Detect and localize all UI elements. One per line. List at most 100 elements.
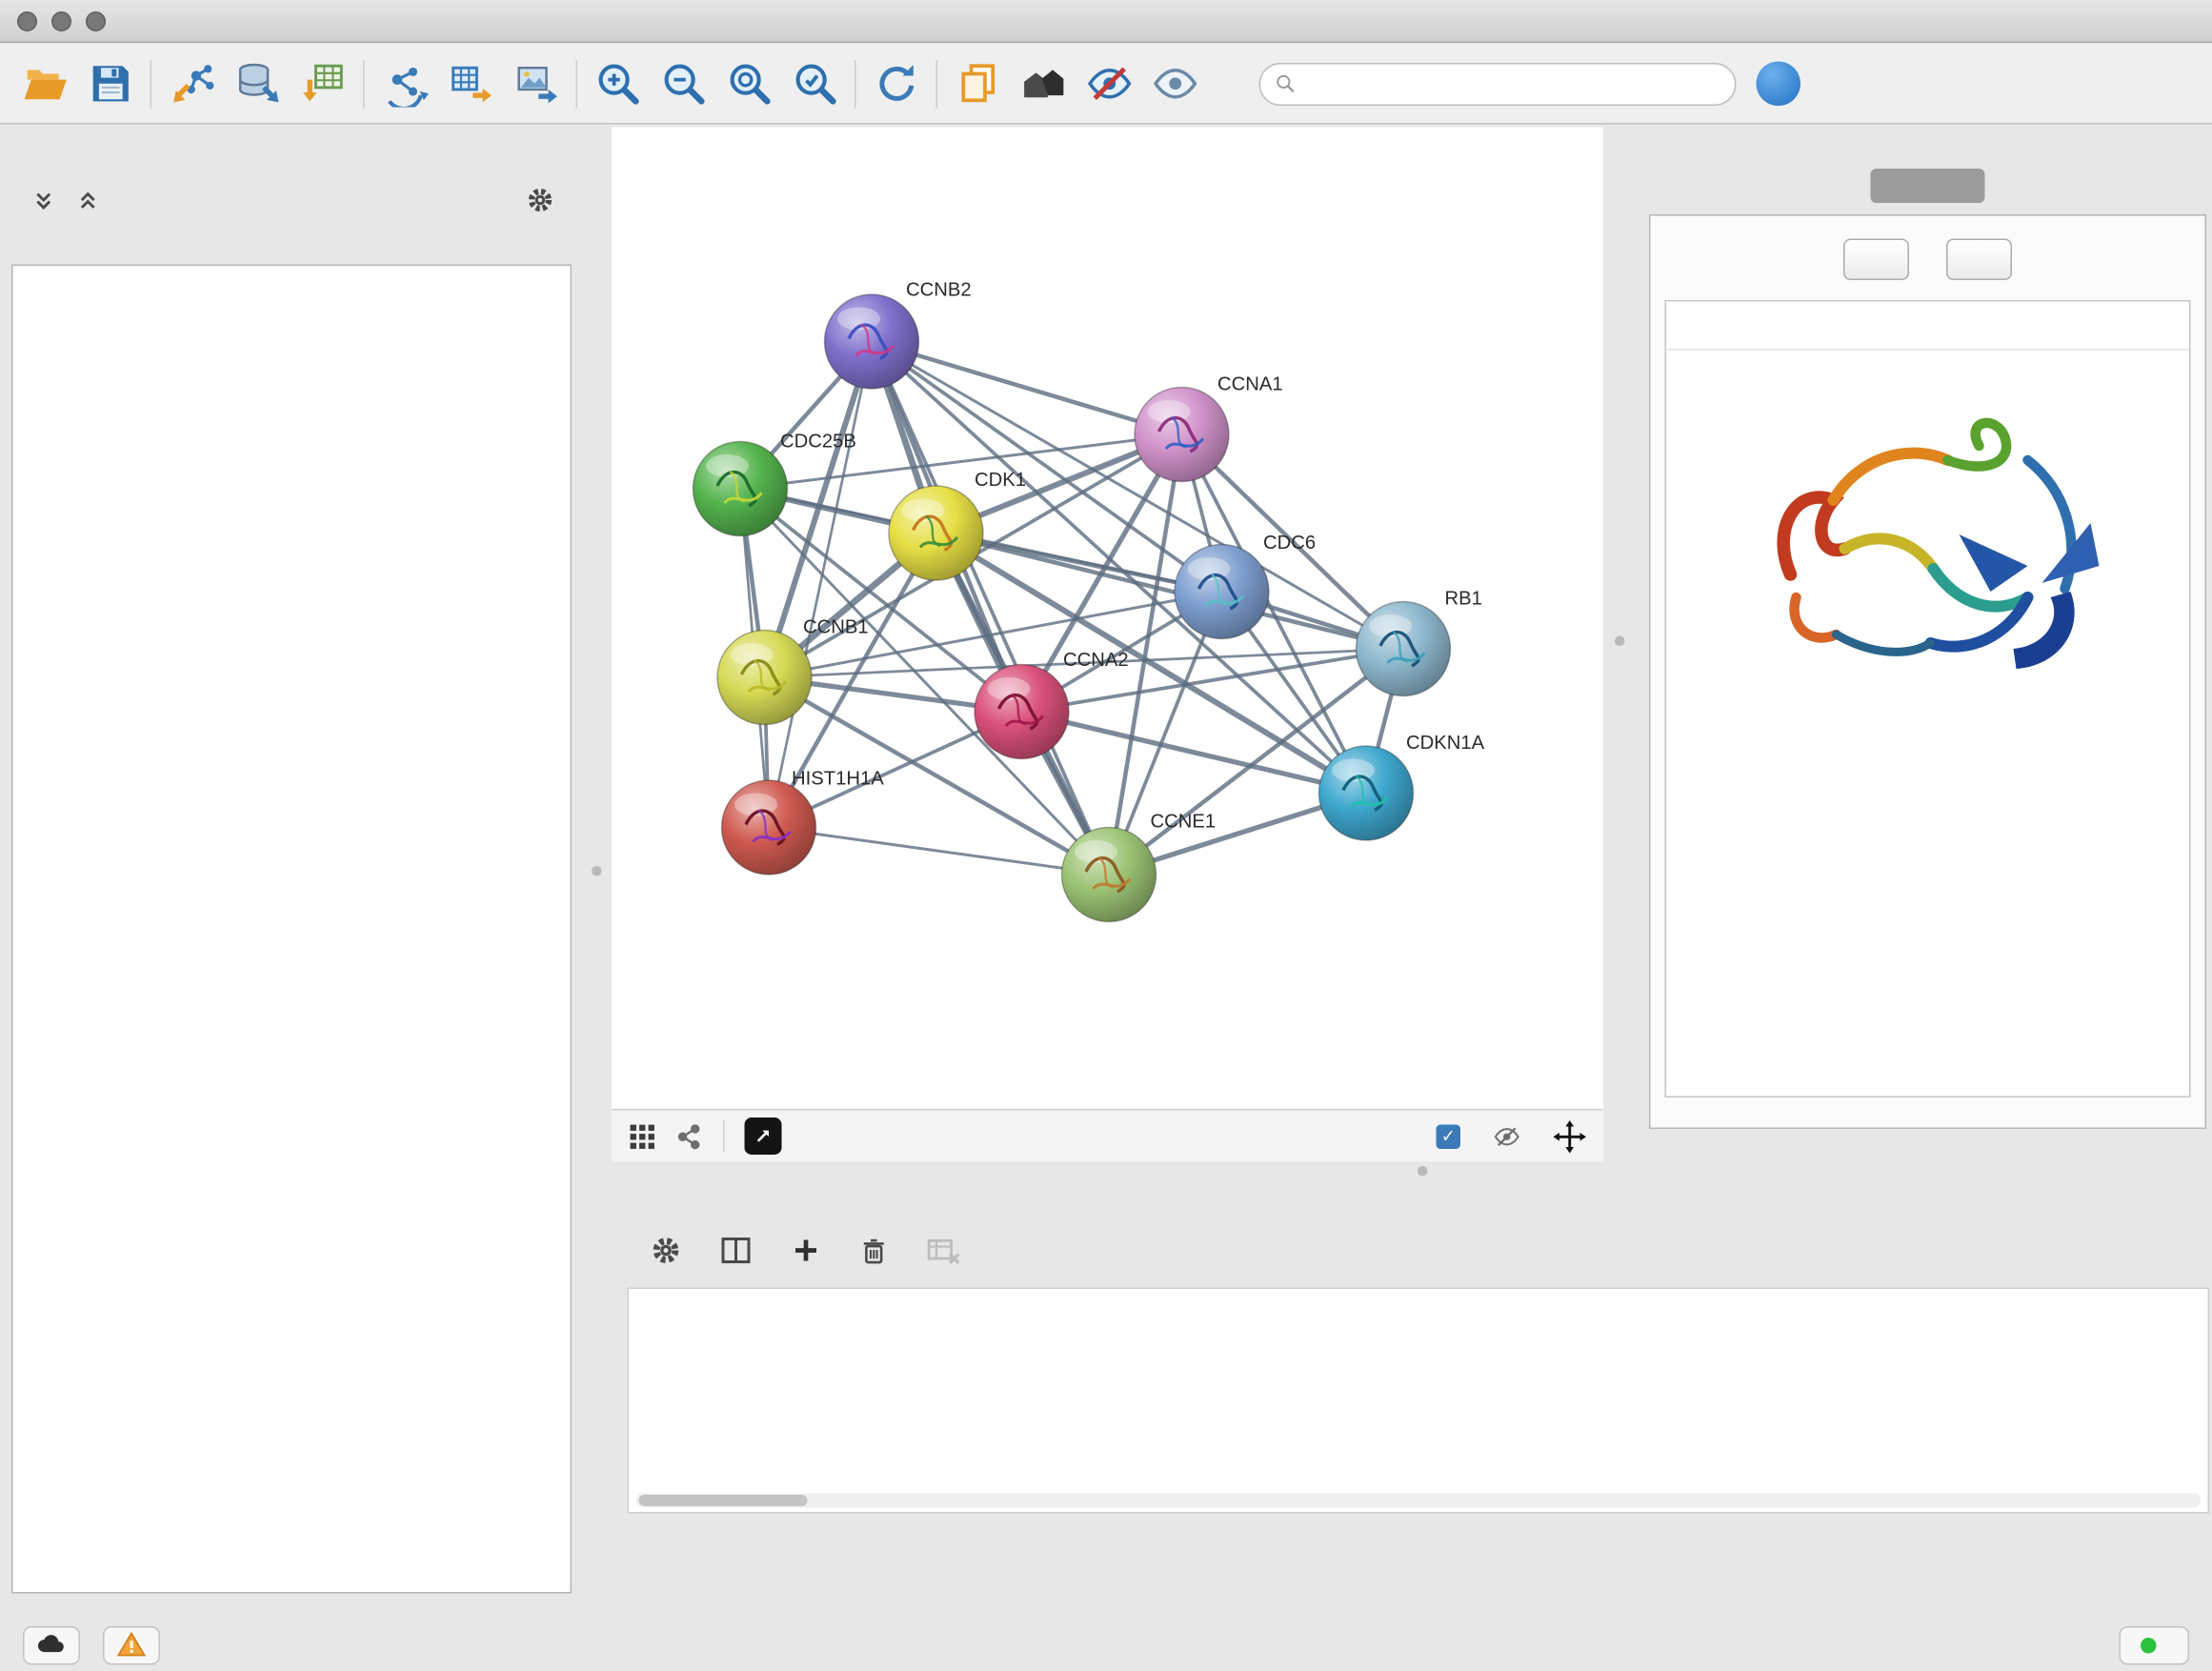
import-table-icon (299, 60, 347, 108)
search-input[interactable] (1305, 73, 1721, 95)
edge-CCNB2-CCNE1[interactable] (872, 342, 1109, 876)
minimize-window-button[interactable] (51, 10, 71, 30)
zoom-window-button[interactable] (86, 10, 106, 30)
network-options-button[interactable] (526, 186, 554, 214)
show-columns-button[interactable] (719, 1234, 754, 1268)
import-network-file-button[interactable] (159, 50, 225, 116)
memory-button[interactable] (2120, 1626, 2190, 1665)
table-panel (625, 1182, 2212, 1625)
splitter-handle[interactable] (1615, 636, 1625, 647)
home-view-button[interactable] (1011, 50, 1076, 116)
export-image-icon (513, 60, 560, 108)
close-window-button[interactable] (17, 10, 37, 30)
table-settings-button[interactable] (651, 1235, 682, 1266)
import-network-database-button[interactable] (225, 50, 291, 116)
memory-status-dot (2141, 1638, 2157, 1654)
edge-CCNB2-CCNA1[interactable] (872, 342, 1182, 435)
import-network-icon (168, 60, 215, 108)
zoom-fit-icon (725, 60, 773, 108)
zoom-out-button[interactable] (651, 50, 716, 116)
node-HIST1H1A[interactable]: HIST1H1A (722, 769, 885, 876)
node-label-CCNA2: CCNA2 (1063, 650, 1129, 671)
toolbar-separator (855, 59, 856, 108)
network-view: CCNB2CCNA1CDC25BCDK1CDC6RB1CCNB1CCNA2CDK… (612, 128, 1603, 1162)
toolbar-separator (151, 59, 152, 108)
save-session-button[interactable] (77, 50, 143, 116)
network-tree (11, 265, 572, 1594)
open-session-button[interactable] (11, 50, 77, 116)
houses-icon (1019, 60, 1067, 108)
node-CCNB2[interactable]: CCNB2 (825, 280, 972, 390)
horizontal-scrollbar[interactable] (636, 1494, 2202, 1508)
selected-checkbox-icon[interactable]: ✓ (1437, 1124, 1461, 1149)
node-RB1[interactable]: RB1 (1357, 589, 1482, 696)
zoom-fit-button[interactable] (716, 50, 782, 116)
gene-description (1666, 351, 2189, 364)
node-label-CCNB2: CCNB2 (906, 280, 972, 301)
detach-view-button[interactable] (745, 1117, 782, 1155)
plus-icon (791, 1235, 822, 1266)
string-results-box (1649, 214, 2206, 1129)
edge-HIST1H1A-CCNE1[interactable] (769, 828, 1109, 876)
zoom-in-button[interactable] (585, 50, 651, 116)
collapse-all-button[interactable] (1946, 239, 2012, 281)
collapse-all-icon[interactable] (31, 188, 56, 212)
copy-document-button[interactable] (945, 50, 1011, 116)
export-network-icon (447, 60, 494, 108)
warning-icon (116, 1630, 148, 1661)
warnings-button[interactable] (103, 1626, 160, 1665)
expand-all-button[interactable] (1843, 239, 1909, 281)
hide-selected-button[interactable] (1076, 50, 1142, 116)
grid-view-icon[interactable] (629, 1122, 656, 1150)
node-CDK1[interactable]: CDK1 (889, 470, 1026, 580)
gear-icon (526, 186, 554, 214)
create-column-button[interactable] (791, 1235, 822, 1266)
expand-all-icon[interactable] (76, 188, 101, 212)
node-label-CCNE1: CCNE1 (1151, 812, 1217, 833)
gear-icon (651, 1235, 682, 1266)
clone-network-button[interactable] (372, 50, 437, 116)
protein-structure-image (1748, 374, 2108, 703)
zoom-in-icon (593, 60, 641, 108)
node-CCNB1[interactable]: CCNB1 (717, 617, 869, 725)
node-CCNA1[interactable]: CCNA1 (1135, 374, 1283, 482)
export-network-button[interactable] (437, 50, 503, 116)
export-image-button[interactable] (503, 50, 569, 116)
zoom-selected-button[interactable] (782, 50, 848, 116)
show-all-button[interactable] (1142, 50, 1208, 116)
zoom-out-icon (659, 60, 707, 108)
network-arrows-icon (381, 60, 429, 108)
node-table (628, 1288, 2210, 1514)
scrollbar-thumb[interactable] (639, 1495, 808, 1506)
network-canvas[interactable]: CCNB2CCNA1CDC25BCDK1CDC6RB1CCNB1CCNA2CDK… (612, 128, 1603, 1110)
application-window: CCNB2CCNA1CDC25BCDK1CDC6RB1CCNB1CCNA2CDK… (0, 0, 2212, 1671)
pan-crosshair-icon[interactable] (1554, 1119, 1587, 1153)
network-selection-row (11, 182, 572, 219)
cloud-status-button[interactable] (23, 1626, 80, 1665)
network-overview-icon[interactable] (676, 1122, 704, 1150)
splitter-handle[interactable] (592, 866, 602, 876)
node-label-HIST1H1A: HIST1H1A (792, 769, 884, 790)
edge-CCNB2-HIST1H1A[interactable] (769, 342, 872, 828)
node-label-CDC6: CDC6 (1263, 533, 1316, 554)
cloud-icon (36, 1630, 68, 1661)
gene-card-header[interactable] (1666, 302, 2189, 351)
splitter-handle[interactable] (1418, 1166, 1428, 1177)
network-view-toolbar: ✓ (612, 1109, 1603, 1162)
node-CDC25B[interactable]: CDC25B (694, 432, 856, 536)
arrow-up-right-icon (754, 1126, 774, 1146)
node-label-CCNB1: CCNB1 (803, 617, 869, 638)
eye-icon (1151, 60, 1198, 108)
hidden-eye-icon[interactable] (1494, 1122, 1521, 1150)
delete-table-button[interactable] (926, 1233, 962, 1269)
node-label-RB1: RB1 (1445, 589, 1482, 610)
toolbar-separator (576, 59, 578, 108)
control-panel (11, 128, 572, 1602)
apply-layout-button[interactable] (863, 50, 929, 116)
delete-column-button[interactable] (859, 1236, 890, 1266)
help-button[interactable] (1757, 62, 1801, 107)
tab-string[interactable] (1871, 169, 1985, 203)
node-label-CDC25B: CDC25B (780, 432, 856, 453)
table-toolbar (651, 1225, 2212, 1277)
import-table-button[interactable] (291, 50, 356, 116)
